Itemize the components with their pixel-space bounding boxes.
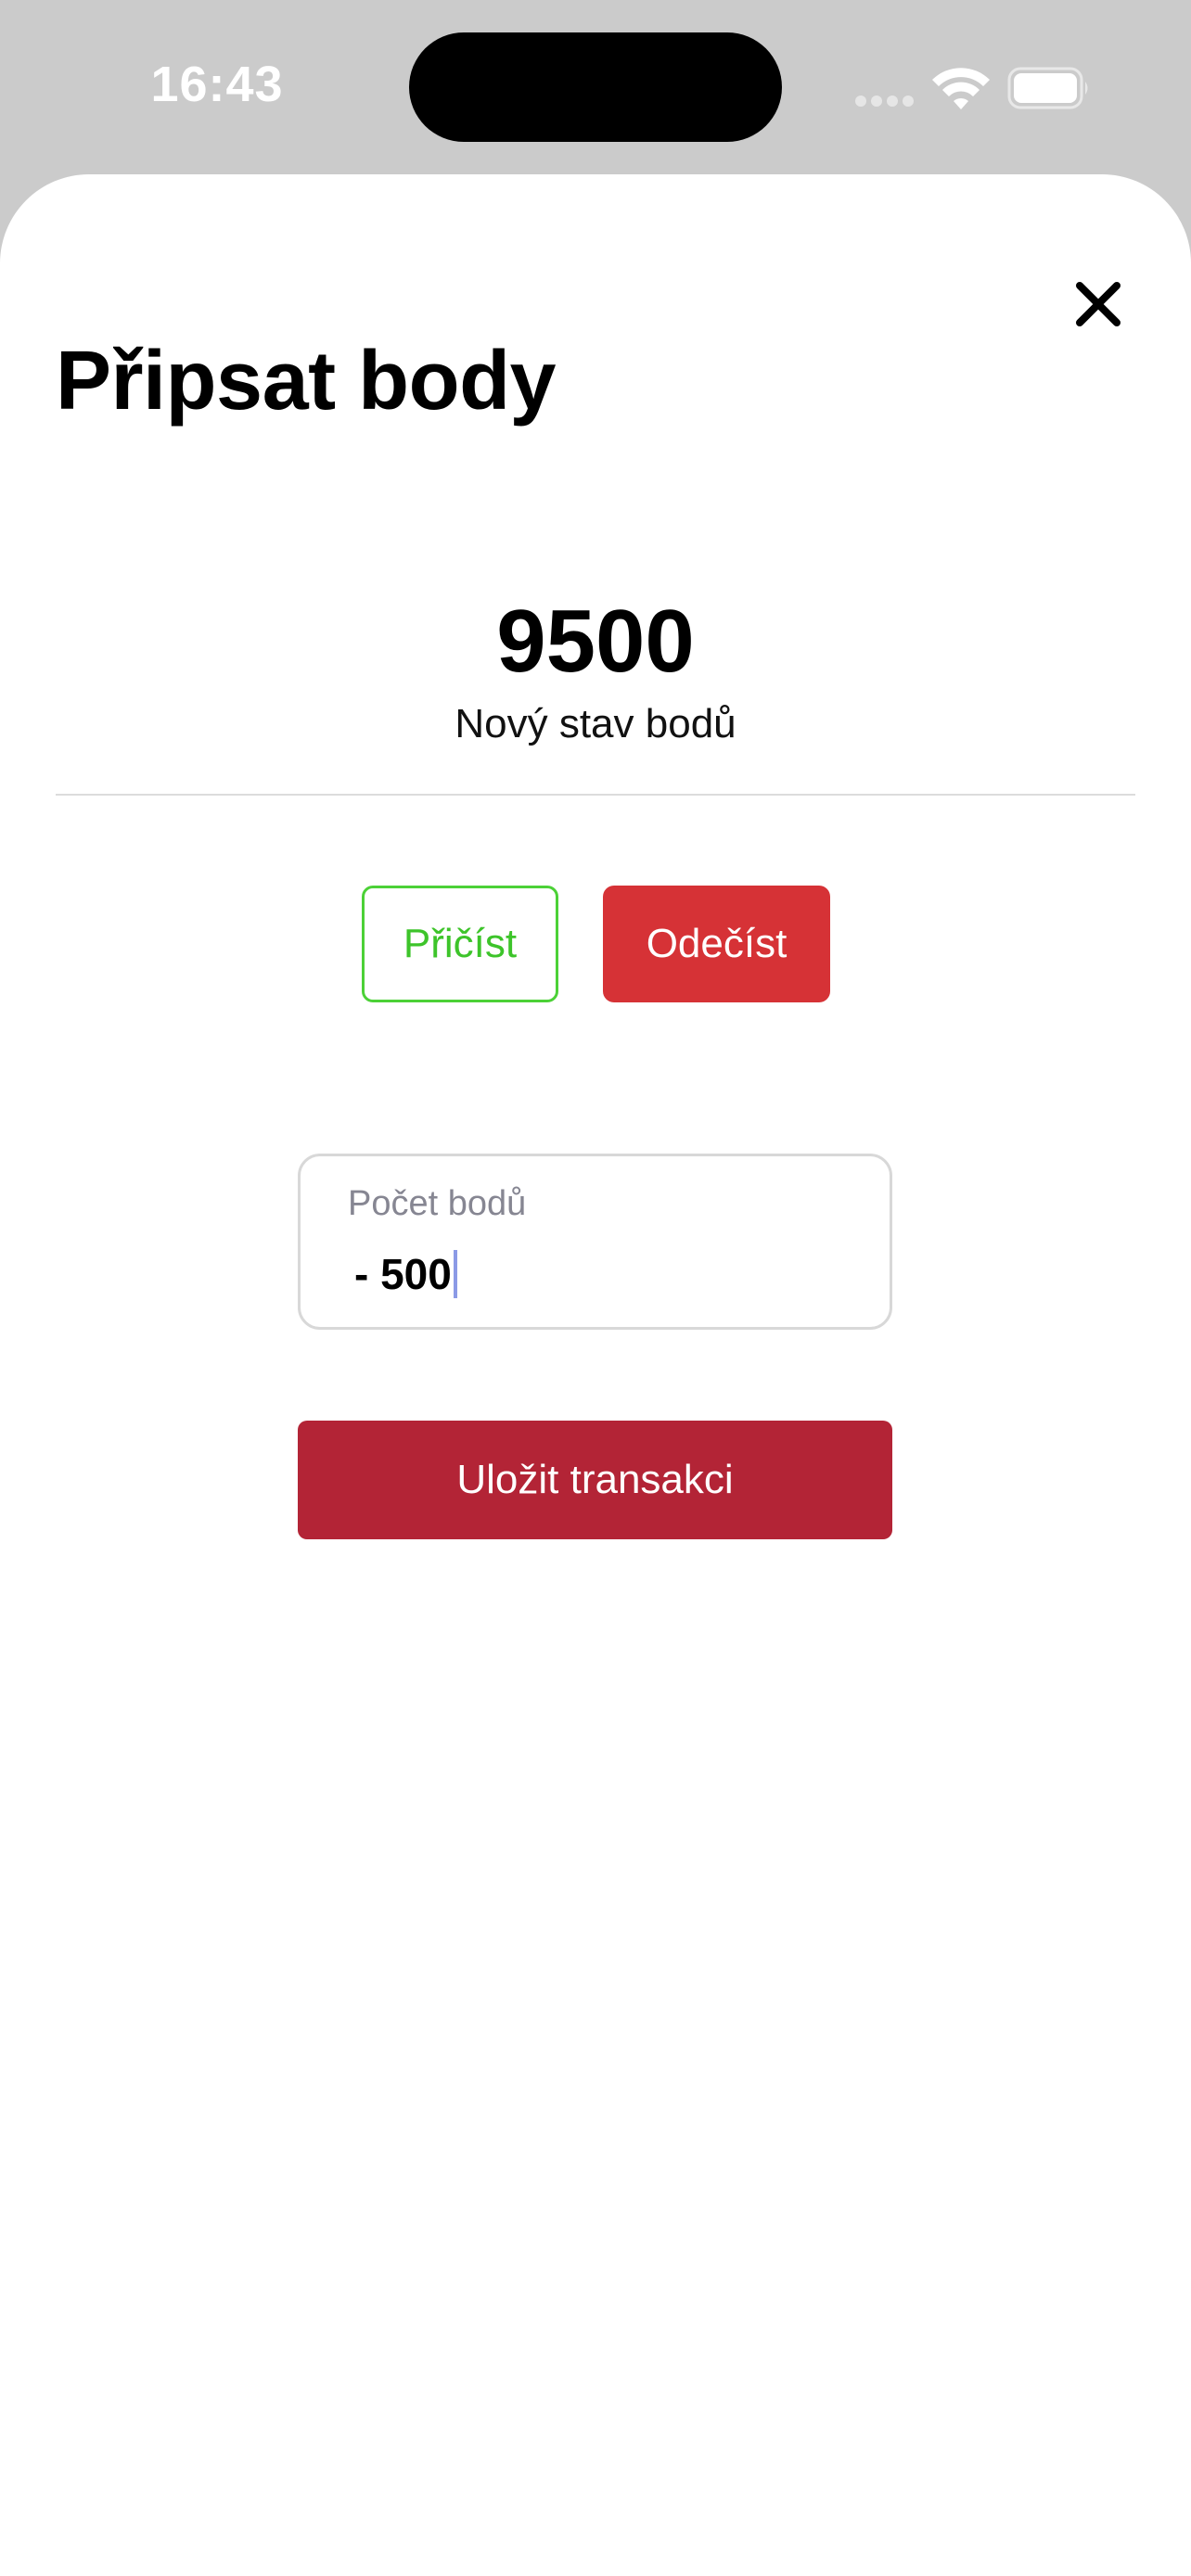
- points-amount-field[interactable]: Počet bodů - 500: [298, 1154, 892, 1330]
- page-title: Připsat body: [56, 335, 557, 427]
- subtract-points-button[interactable]: Odečíst: [603, 886, 830, 1002]
- status-bar: 16:43: [0, 0, 1191, 176]
- close-icon[interactable]: [1067, 273, 1130, 336]
- points-amount-label: Počet bodů: [348, 1184, 527, 1223]
- wifi-icon: [932, 68, 990, 109]
- cellular-signal-icon: [855, 96, 915, 107]
- save-transaction-button[interactable]: Uložit transakci: [298, 1421, 892, 1539]
- battery-icon: [1007, 67, 1088, 109]
- add-points-button[interactable]: Přičíst: [362, 886, 558, 1002]
- divider: [56, 794, 1135, 796]
- status-time: 16:43: [150, 57, 284, 112]
- new-balance-value: 9500: [496, 592, 695, 691]
- text-cursor: [453, 1250, 457, 1298]
- dynamic-island: [409, 32, 782, 142]
- points-amount-input-row[interactable]: - 500: [354, 1249, 457, 1299]
- points-amount-input[interactable]: - 500: [354, 1249, 452, 1299]
- modal-sheet: Připsat body 9500 Nový stav bodů Přičíst…: [0, 174, 1191, 2576]
- new-balance-label: Nový stav bodů: [455, 701, 736, 746]
